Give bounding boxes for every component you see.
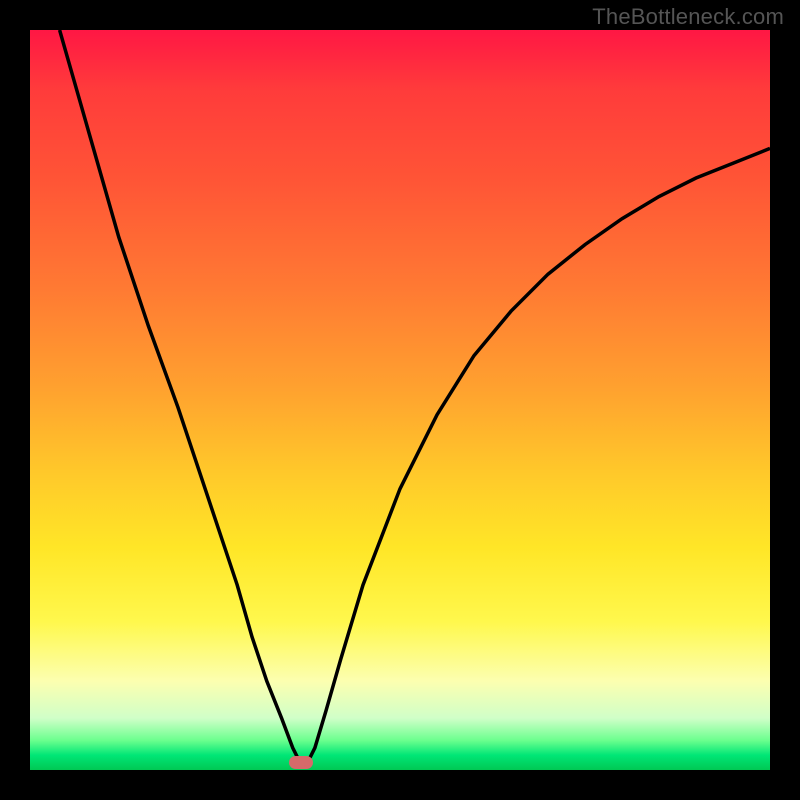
bottleneck-curve	[60, 30, 770, 766]
watermark-text: TheBottleneck.com	[592, 4, 784, 30]
optimum-marker	[289, 756, 313, 769]
chart-svg	[30, 30, 770, 770]
plot-area	[30, 30, 770, 770]
